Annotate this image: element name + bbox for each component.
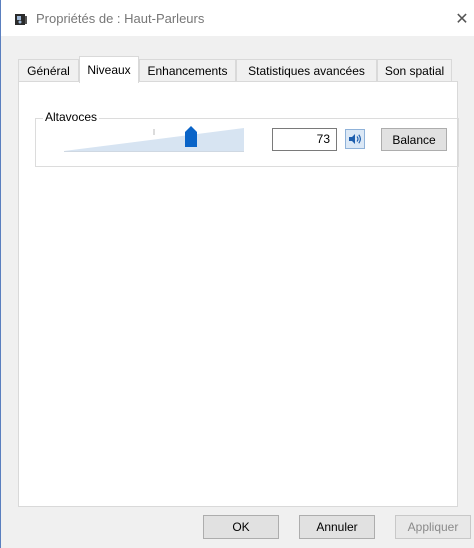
volume-slider-track[interactable]	[64, 126, 244, 156]
levels-panel: Altavoces 73 Balance	[18, 81, 459, 507]
group-label: Altavoces	[43, 110, 100, 124]
tab-general[interactable]: Général	[18, 59, 79, 82]
speaker-device-icon	[15, 14, 27, 25]
volume-value-field[interactable]: 73	[272, 128, 337, 151]
properties-dialog: Propriétés de : Haut-Parleurs ✕ Général …	[0, 0, 474, 548]
tab-statistiques-avancees[interactable]: Statistiques avancées	[236, 59, 377, 82]
title-bar: Propriétés de : Haut-Parleurs ✕	[1, 0, 474, 36]
apply-button[interactable]: Appliquer	[395, 515, 471, 539]
cancel-button[interactable]: Annuler	[299, 515, 375, 539]
close-button[interactable]: ✕	[449, 6, 474, 32]
window-title: Propriétés de : Haut-Parleurs	[36, 11, 205, 26]
ok-button[interactable]: OK	[203, 515, 279, 539]
close-icon: ✕	[455, 11, 469, 28]
tab-enhancements[interactable]: Enhancements	[139, 59, 236, 82]
tab-niveaux[interactable]: Niveaux	[79, 56, 139, 83]
volume-slider-thumb[interactable]	[185, 126, 198, 147]
dialog-footer: OK Annuler Appliquer	[1, 507, 474, 548]
tab-son-spatial[interactable]: Son spatial	[377, 59, 452, 82]
altavoces-group: Altavoces 73 Balance	[35, 110, 459, 167]
balance-button[interactable]: Balance	[381, 128, 447, 151]
speaker-icon[interactable]	[345, 129, 365, 149]
tab-strip: Général Niveaux Enhancements Statistique…	[18, 56, 458, 83]
